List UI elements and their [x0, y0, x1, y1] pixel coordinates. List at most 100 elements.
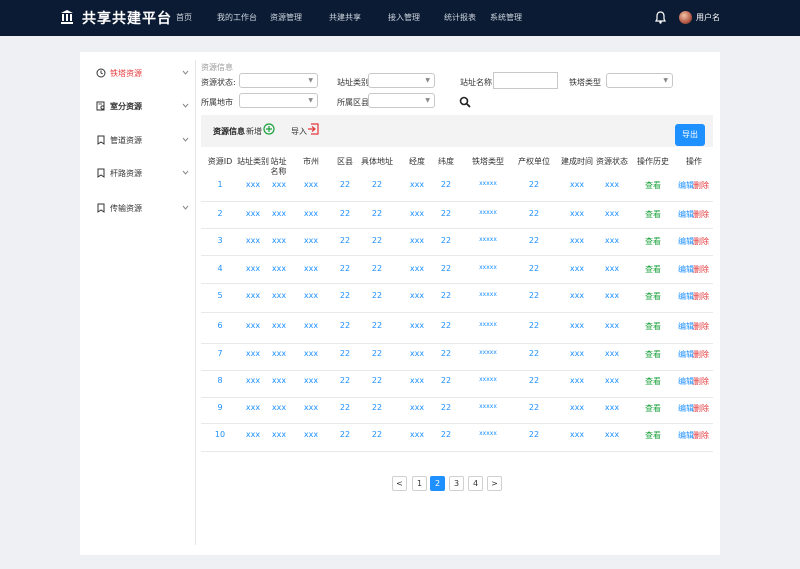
row-divider	[201, 283, 713, 284]
cell-status: xxx	[604, 209, 620, 218]
edit-link[interactable]: 编辑	[678, 236, 694, 247]
cell-address: 22	[371, 321, 383, 330]
edit-link[interactable]: 编辑	[678, 349, 694, 360]
cell-latitude: 22	[440, 376, 452, 385]
edit-link[interactable]: 编辑	[678, 209, 694, 220]
view-history-link[interactable]: 查看	[635, 430, 671, 441]
view-history-link[interactable]: 查看	[635, 349, 671, 360]
sidebar-item-pole[interactable]: 杆路资源	[96, 167, 191, 181]
cell-site-name: xxx	[271, 264, 287, 273]
nav-workbench[interactable]: 我的工作台	[217, 12, 257, 23]
cell-address: 22	[371, 236, 383, 245]
sidebar-item-transmission[interactable]: 传输资源	[96, 202, 191, 216]
edit-link[interactable]: 编辑	[678, 430, 694, 441]
cell-latitude: 22	[440, 264, 452, 273]
sidebar-item-label: 管道资源	[110, 136, 142, 145]
nav-resource-mgmt[interactable]: 资源管理	[270, 12, 302, 23]
cell-owner: 22	[528, 236, 540, 245]
tower-type-select[interactable]: ▼	[606, 73, 673, 88]
cell-address: 22	[371, 349, 383, 358]
cell-site-type: xxx	[245, 403, 261, 412]
view-history-link[interactable]: 查看	[635, 291, 671, 302]
view-history-link[interactable]: 查看	[635, 236, 671, 247]
edit-link[interactable]: 编辑	[678, 403, 694, 414]
edit-link[interactable]: 编辑	[678, 180, 694, 191]
bank-logo-icon	[61, 10, 73, 24]
chevron-down-icon	[182, 205, 189, 210]
view-history-link[interactable]: 查看	[635, 264, 671, 275]
cell-city: xxx	[303, 430, 319, 439]
prev-page-button[interactable]: <	[392, 476, 407, 491]
cell-county: 22	[339, 291, 351, 300]
site-name-input[interactable]	[493, 72, 558, 89]
column-header-tower-type: 铁塔类型	[472, 157, 504, 166]
view-history-link[interactable]: 查看	[635, 321, 671, 332]
search-icon[interactable]	[459, 96, 471, 108]
view-history-link[interactable]: 查看	[635, 209, 671, 220]
nav-system-mgmt[interactable]: 系统管理	[490, 12, 522, 23]
edit-link[interactable]: 编辑	[678, 376, 694, 387]
sidebar-item-tower[interactable]: 铁塔资源	[96, 67, 191, 81]
import-icon[interactable]	[307, 123, 319, 135]
cell-tower-type: xxxxx	[479, 209, 497, 216]
view-history-link[interactable]: 查看	[635, 403, 671, 414]
cell-site-type: xxx	[245, 291, 261, 300]
delete-link[interactable]: 删除	[693, 349, 709, 360]
cell-id: 7	[217, 349, 223, 358]
delete-link[interactable]: 删除	[693, 321, 709, 332]
delete-link[interactable]: 删除	[693, 264, 709, 275]
nav-home[interactable]: 首页	[176, 12, 192, 23]
page-button-1[interactable]: 1	[412, 476, 427, 491]
delete-link[interactable]: 删除	[693, 430, 709, 441]
cell-longitude: xxx	[409, 236, 425, 245]
add-button[interactable]: 新增	[246, 126, 262, 137]
site-type-select[interactable]: ▼	[368, 73, 435, 88]
sidebar-item-pipe[interactable]: 管道资源	[96, 134, 191, 148]
cell-owner: 22	[528, 376, 540, 385]
delete-link[interactable]: 删除	[693, 209, 709, 220]
delete-link[interactable]: 删除	[693, 291, 709, 302]
edit-link[interactable]: 编辑	[678, 264, 694, 275]
username[interactable]: 用户名	[696, 12, 720, 23]
cell-city: xxx	[303, 403, 319, 412]
status-select[interactable]: ▼	[239, 73, 318, 88]
page-button-2[interactable]: 2	[430, 476, 445, 491]
edit-link[interactable]: 编辑	[678, 321, 694, 332]
nav-reports[interactable]: 统计报表	[444, 12, 476, 23]
sidebar-item-indoor[interactable]: 室分资源	[96, 100, 191, 114]
county-select[interactable]: ▼	[368, 93, 435, 108]
delete-link[interactable]: 删除	[693, 376, 709, 387]
cell-site-name: xxx	[271, 321, 287, 330]
view-history-link[interactable]: 查看	[635, 376, 671, 387]
edit-link[interactable]: 编辑	[678, 291, 694, 302]
cell-owner: 22	[528, 403, 540, 412]
cell-county: 22	[339, 321, 351, 330]
nav-access-mgmt[interactable]: 接入管理	[388, 12, 420, 23]
import-button[interactable]: 导入	[291, 126, 307, 137]
nav-co-build[interactable]: 共建共享	[329, 12, 361, 23]
cell-built-time: xxx	[569, 291, 585, 300]
column-header-city: 市州	[303, 157, 319, 166]
next-page-button[interactable]: >	[487, 476, 502, 491]
cell-site-name: xxx	[271, 376, 287, 385]
bell-icon[interactable]	[655, 11, 666, 24]
delete-link[interactable]: 删除	[693, 180, 709, 191]
sidebar-item-label: 传输资源	[110, 204, 142, 213]
delete-link[interactable]: 删除	[693, 403, 709, 414]
plus-circle-icon[interactable]	[263, 123, 275, 135]
page-button-4[interactable]: 4	[468, 476, 483, 491]
cell-site-name: xxx	[271, 403, 287, 412]
cell-built-time: xxx	[569, 321, 585, 330]
export-button[interactable]: 导出	[675, 124, 705, 146]
cell-latitude: 22	[440, 430, 452, 439]
city-select[interactable]: ▼	[239, 93, 318, 108]
bookmark-icon	[97, 135, 105, 145]
view-history-link[interactable]: 查看	[635, 180, 671, 191]
avatar[interactable]	[679, 11, 692, 24]
page-button-3[interactable]: 3	[449, 476, 464, 491]
delete-link[interactable]: 删除	[693, 236, 709, 247]
cell-latitude: 22	[440, 321, 452, 330]
section-title: 资源信息	[201, 63, 233, 72]
cell-status: xxx	[604, 236, 620, 245]
chevron-down-icon	[182, 137, 189, 142]
